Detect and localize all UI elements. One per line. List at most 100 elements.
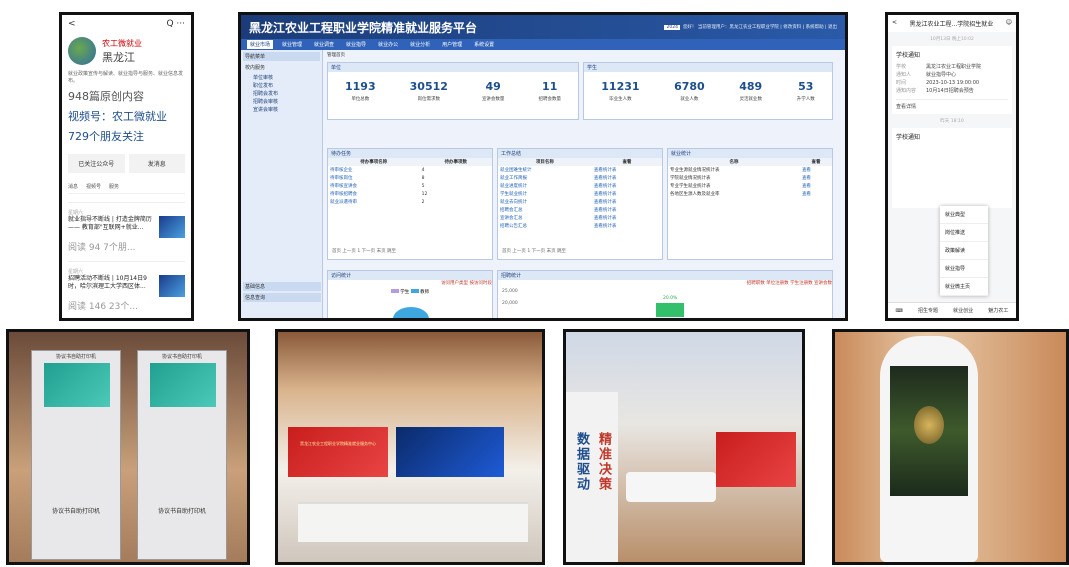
box-title: 招聘统计 bbox=[498, 271, 832, 280]
pager[interactable]: 首页 上一页 1 下一页 末页 跳至 bbox=[332, 248, 396, 254]
table-row[interactable]: 宣讲会汇总 查看统计表 bbox=[498, 214, 662, 222]
table-row[interactable]: 就业工作简报 查看统计表 bbox=[498, 174, 662, 182]
nav-item[interactable]: 就业分析 bbox=[407, 40, 433, 49]
notice-card[interactable]: 学校通知 bbox=[892, 128, 1012, 208]
cell: 各地区生源人数及就业率 bbox=[670, 192, 720, 197]
tab-service[interactable]: 服务 bbox=[109, 183, 119, 190]
cell-link[interactable]: 查看统计表 bbox=[592, 182, 662, 190]
table-row[interactable]: 待审核招聘会 12 bbox=[328, 190, 492, 198]
kiosk-screen bbox=[150, 363, 216, 407]
cell-link[interactable]: 查看 bbox=[800, 190, 832, 198]
col-header: 名称 bbox=[668, 158, 800, 166]
sidebar-group[interactable]: 校内服务 bbox=[243, 63, 320, 72]
back-icon[interactable]: < bbox=[68, 19, 76, 29]
chart-links[interactable]: 访问用户类型 按访问时段 bbox=[328, 280, 492, 286]
back-icon[interactable]: < bbox=[892, 19, 897, 28]
menu-item[interactable]: 政策解读 bbox=[940, 242, 988, 260]
nav-item[interactable]: 用户管理 bbox=[439, 40, 465, 49]
table-row[interactable]: 专业学生就业统计表 查看 bbox=[668, 182, 832, 190]
nav-item[interactable]: 系统设置 bbox=[471, 40, 497, 49]
table-row[interactable]: 就业困难生统计 查看统计表 bbox=[498, 166, 662, 174]
cell-link[interactable]: 查看统计表 bbox=[592, 166, 662, 174]
nav-item[interactable]: 就业调查 bbox=[311, 40, 337, 49]
bottom-menu-item[interactable]: 就业创业 bbox=[953, 307, 973, 314]
todo-box: 待办任务 待办事项名称 待办事项数 待审核企业 4 待审核岗位 8 待审核宣讲会 5 待… bbox=[327, 148, 493, 260]
list-item[interactable]: 星期六 就业指导不断线 | 打造金牌简历 —— 教育部"互联网+就业... 阅读… bbox=[68, 202, 185, 253]
cell: 5 bbox=[421, 183, 425, 189]
sidebar-item[interactable]: 招聘会发布 bbox=[243, 90, 320, 98]
menu-item[interactable]: 就业指导 bbox=[940, 260, 988, 278]
legend-swatch bbox=[390, 289, 399, 293]
card-title: 学校通知 bbox=[896, 52, 921, 59]
chart-links[interactable]: 招聘职数 单位注册数 学生注册数 宣讲会数 bbox=[498, 280, 832, 286]
tab-video[interactable]: 视频号 bbox=[86, 183, 101, 190]
person-icon[interactable]: ☺ bbox=[1006, 19, 1012, 28]
message-button[interactable]: 发消息 bbox=[128, 154, 185, 173]
stat-value: 30512 bbox=[409, 80, 448, 93]
box-title: 就业统计 bbox=[668, 149, 832, 158]
nav-item[interactable]: 就业市场 bbox=[247, 40, 274, 49]
list-item[interactable]: 星期六 招聘活动不断线 | 10月14日9时，哈尔滨理工大学西区体... 阅读 … bbox=[68, 261, 185, 312]
cell-link[interactable]: 查看 bbox=[800, 182, 832, 190]
table-row[interactable]: 就业去向统计 查看统计表 bbox=[498, 198, 662, 206]
chart-legend: 学生 教师 bbox=[328, 289, 492, 295]
menu-item[interactable]: 岗位推送 bbox=[940, 224, 988, 242]
follow-button[interactable]: 已关注公众号 bbox=[68, 154, 125, 173]
led-wall-red bbox=[716, 432, 796, 487]
led-wall-text: 黑龙江农业工程职业学院精准就业服务中心 bbox=[300, 441, 376, 446]
keyboard-icon[interactable]: ⌨ bbox=[896, 308, 903, 314]
video-account[interactable]: 视频号：农工微就业 bbox=[68, 108, 185, 124]
nav-item[interactable]: 就业指导 bbox=[343, 40, 369, 49]
stat-label: 岗位需求数 bbox=[417, 97, 441, 102]
report-box: 就业统计 名称 查看 专业生源就业情况统计表 查看 学院就业情况统计表 查看 专业学生… bbox=[667, 148, 833, 260]
pager[interactable]: 首页 上一页 1 下一页 末页 跳至 bbox=[502, 248, 566, 254]
box-title: 学生 bbox=[584, 63, 832, 72]
kiosk-label: 协议书自助打印机 bbox=[51, 508, 100, 515]
table-row[interactable]: 专业生源就业情况统计表 查看 bbox=[668, 166, 832, 174]
table-row[interactable]: 待审核宣讲会 5 bbox=[328, 182, 492, 190]
cell-link[interactable]: 查看统计表 bbox=[592, 222, 662, 230]
cell-link[interactable]: 查看统计表 bbox=[592, 174, 662, 182]
cell-link[interactable]: 查看统计表 bbox=[592, 190, 662, 198]
cell-link[interactable]: 查看 bbox=[800, 174, 832, 182]
nav-item[interactable]: 就业管理 bbox=[279, 40, 305, 49]
card-title: 学校通知 bbox=[896, 134, 921, 141]
stat-value: 11231 bbox=[601, 80, 640, 93]
header-links[interactable]: 您好！ 当前管理用户：黑龙江农业工程职业学院 | 修改资料 | 系统帮助 | 退… bbox=[683, 25, 837, 30]
table-row[interactable]: 学生就业统计 查看统计表 bbox=[498, 190, 662, 198]
sidebar-item[interactable]: 招聘会审核 bbox=[243, 98, 320, 106]
cell-link[interactable]: 查看统计表 bbox=[592, 214, 662, 222]
sidebar-item[interactable]: 职位发布 bbox=[243, 82, 320, 90]
table-row[interactable]: 待审核岗位 8 bbox=[328, 174, 492, 182]
menu-item[interactable]: 就业典型 bbox=[940, 206, 988, 224]
table-row[interactable]: 就业派遣待审 2 bbox=[328, 198, 492, 206]
table-row[interactable]: 学院就业情况统计表 查看 bbox=[668, 174, 832, 182]
sidebar-group[interactable]: 信息查询 bbox=[243, 293, 321, 302]
stat-label: 宣讲会数量 bbox=[481, 97, 505, 102]
post-reads: 阅读 146 23个... bbox=[68, 302, 138, 312]
search-more-icon[interactable]: Q ··· bbox=[166, 19, 185, 29]
view-detail-link[interactable]: 查看详情 bbox=[896, 99, 1008, 110]
sidebar-item[interactable]: 宣讲会审核 bbox=[243, 106, 320, 114]
y-tick: 20,000 bbox=[502, 301, 518, 306]
nav-item[interactable]: 就业办公 bbox=[375, 40, 401, 49]
notice-card[interactable]: 学校通知 学校 黑龙江农业工程职业学院 通知人 就业指导中心 时间 2023-10-1… bbox=[892, 46, 1012, 114]
sidebar-group[interactable]: 基础信息 bbox=[243, 282, 321, 291]
cell-link[interactable]: 查看 bbox=[800, 166, 832, 174]
year-select[interactable]: 2024 bbox=[664, 25, 680, 30]
table-row[interactable]: 各地区生源人数及就业率 查看 bbox=[668, 190, 832, 198]
cell-link[interactable]: 查看统计表 bbox=[592, 206, 662, 214]
bottom-menu-item[interactable]: 魅力农工 bbox=[988, 307, 1008, 314]
table-row[interactable]: 招聘公告汇总 查看统计表 bbox=[498, 222, 662, 230]
tab-messages[interactable]: 消息 bbox=[68, 183, 78, 190]
sidebar-item[interactable]: 单位审核 bbox=[243, 74, 320, 82]
unit-stats-box: 单位 1193 单位总数 30512 岗位需求数 49 宣讲会数量 11 招聘会数量 bbox=[327, 62, 579, 120]
bottom-menu-item[interactable]: 招生专题 bbox=[918, 307, 938, 314]
menu-item[interactable]: 就业微主页 bbox=[940, 278, 988, 296]
cell: 专业生源就业情况统计表 bbox=[670, 168, 720, 173]
table-row[interactable]: 招聘会汇总 查看统计表 bbox=[498, 206, 662, 214]
cell-link[interactable]: 查看统计表 bbox=[592, 198, 662, 206]
wechat-service-phone: < 黑龙江农业工程...学院招生就业 ☺ 10月13日 晚上10:02 学校通知… bbox=[885, 12, 1019, 321]
table-row[interactable]: 待审核企业 4 bbox=[328, 166, 492, 174]
table-row[interactable]: 就业进度统计 查看统计表 bbox=[498, 182, 662, 190]
